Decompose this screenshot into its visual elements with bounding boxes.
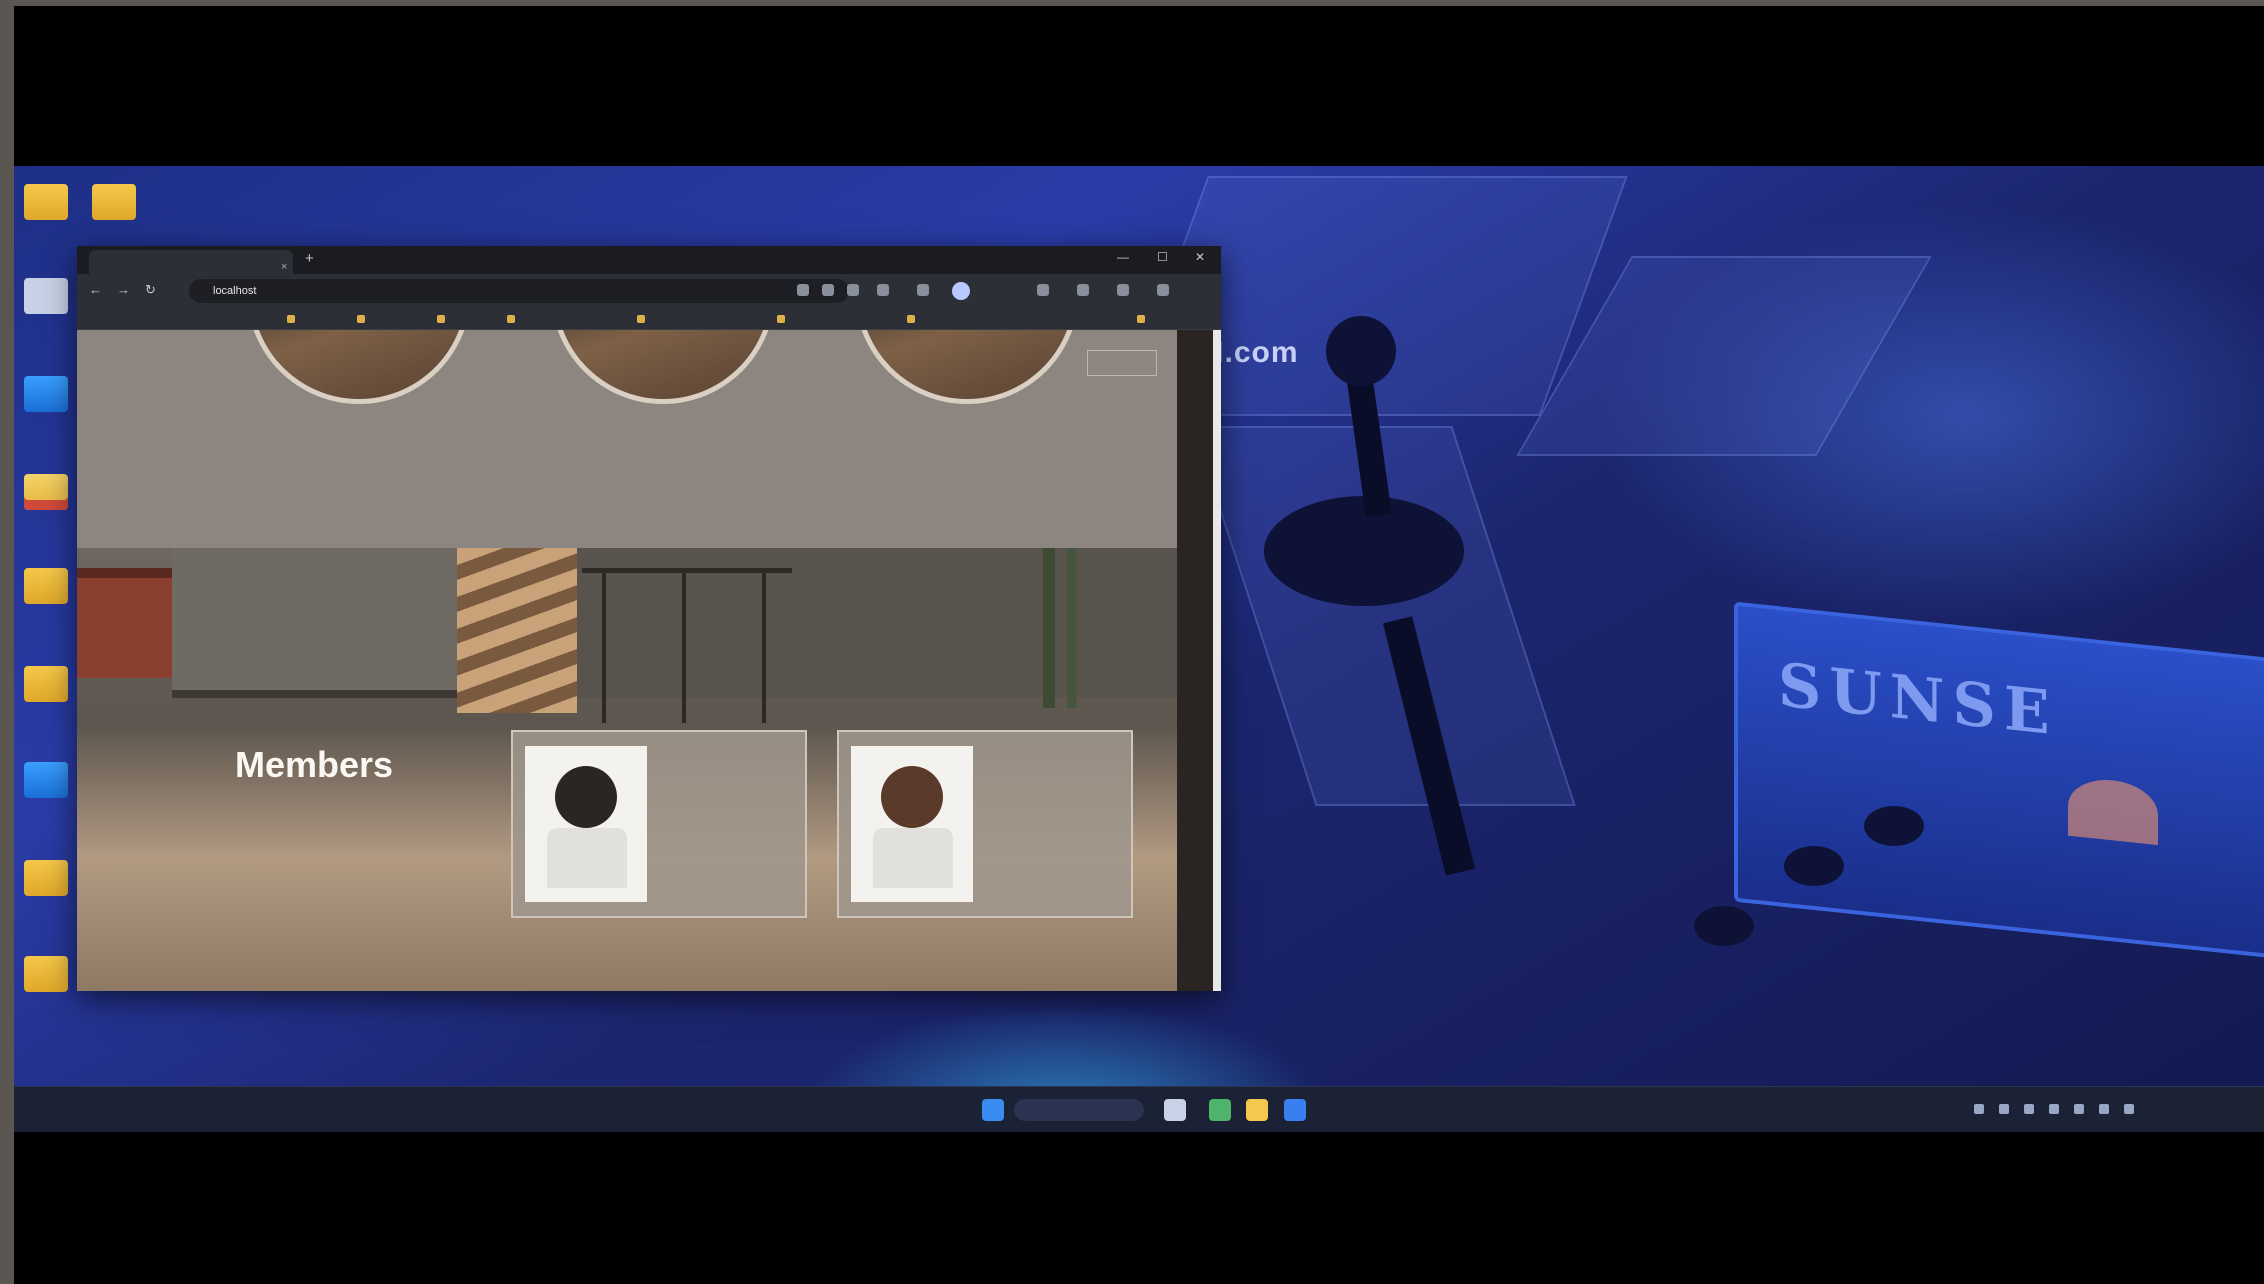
file-explorer-icon[interactable] (1246, 1099, 1268, 1121)
member-card[interactable] (837, 730, 1133, 918)
browser-toolbar: ← → ↻ localhost (77, 274, 1221, 308)
minimize-button[interactable]: — (1117, 250, 1129, 264)
feature-image (551, 330, 775, 404)
arcade-button (1694, 906, 1754, 946)
desktop-icon[interactable] (20, 474, 72, 544)
joystick-base (1264, 496, 1464, 606)
extension-icon[interactable] (917, 284, 929, 296)
desktop-icon[interactable] (20, 278, 72, 348)
start-icon[interactable] (982, 1099, 1004, 1121)
recording-frame: www.BANDICAM.com SUNSE × + — ☐ ✕ ← → (14, 6, 2264, 1284)
header-button[interactable] (1087, 350, 1157, 376)
browser-window: × + — ☐ ✕ ← → ↻ localhost Members (77, 246, 1221, 991)
folder-icon (24, 184, 68, 220)
app-icon (24, 762, 68, 798)
taskbar (14, 1086, 2264, 1132)
members-title: Members (235, 744, 394, 785)
bookmark-item[interactable] (907, 312, 919, 326)
tray-icon[interactable] (2049, 1104, 2059, 1114)
desktop-icon[interactable] (20, 568, 72, 638)
menu-icon[interactable] (1157, 284, 1169, 296)
arcade-button (1784, 846, 1844, 886)
desktop-icon[interactable] (20, 762, 72, 832)
tray-chevron-icon[interactable] (1974, 1104, 1984, 1114)
member-photo (851, 746, 973, 902)
folder-icon (24, 666, 68, 702)
bookmark-item[interactable] (777, 312, 789, 326)
chrome-icon[interactable] (1209, 1099, 1231, 1121)
desktop-icon[interactable] (20, 376, 72, 446)
wifi-icon[interactable] (2074, 1104, 2084, 1114)
bookmark-item[interactable] (637, 312, 649, 326)
room-plant (1027, 548, 1107, 708)
room-chair (457, 548, 577, 713)
folder-icon (24, 956, 68, 992)
joystick-knob (1326, 316, 1396, 386)
tray-icon[interactable] (2024, 1104, 2034, 1114)
bookmarks-bar (77, 308, 1221, 330)
feature-image (247, 330, 471, 404)
tab-strip: × + — ☐ ✕ (77, 246, 1221, 274)
taskbar-search[interactable] (1014, 1099, 1144, 1121)
recycle-bin-icon (24, 278, 68, 314)
browser-tab[interactable]: × (89, 250, 293, 274)
extension-icon[interactable] (1117, 284, 1129, 296)
bookmark-item[interactable] (287, 312, 299, 326)
volume-icon[interactable] (2099, 1104, 2109, 1114)
room-shelf (77, 568, 172, 678)
folder-icon (24, 568, 68, 604)
extension-icon[interactable] (877, 284, 889, 296)
extension-icon[interactable] (1077, 284, 1089, 296)
close-window-button[interactable]: ✕ (1195, 250, 1205, 264)
page-scrollbar[interactable] (1213, 330, 1221, 991)
bookmark-item[interactable] (437, 312, 449, 326)
monitor-icon (24, 376, 68, 412)
desktop-icon[interactable] (20, 860, 72, 930)
folder-icon (92, 184, 136, 220)
sun-graphic (2068, 775, 2158, 846)
profile-avatar-icon[interactable] (952, 282, 970, 300)
task-view-icon[interactable] (1164, 1099, 1186, 1121)
extension-icon[interactable] (1037, 284, 1049, 296)
extension-icon[interactable] (797, 284, 809, 296)
member-photo (525, 746, 647, 902)
battery-icon[interactable] (2124, 1104, 2134, 1114)
bookmark-item[interactable] (507, 312, 519, 326)
folder-icon (24, 860, 68, 896)
bookmark-item[interactable] (1137, 312, 1149, 326)
new-tab-button[interactable]: + (305, 250, 314, 267)
feature-image (855, 330, 1079, 404)
bookmark-item[interactable] (357, 312, 369, 326)
room-table (582, 568, 792, 723)
extension-icon[interactable] (847, 284, 859, 296)
features-section (77, 330, 1221, 548)
member-avatar (555, 766, 617, 828)
member-avatar (881, 766, 943, 828)
extension-icon[interactable] (822, 284, 834, 296)
desktop-icon[interactable] (20, 666, 72, 736)
member-card[interactable] (511, 730, 807, 918)
arcade-button (1864, 806, 1924, 846)
desktop-icon[interactable] (20, 956, 72, 1026)
sunset-sign: SUNSE (1734, 601, 2264, 961)
web-page: Members (77, 330, 1221, 991)
address-bar[interactable]: localhost (189, 279, 849, 303)
folder-icon (24, 474, 68, 510)
sunset-sign-text: SUNSE (1778, 650, 2058, 750)
app-icon[interactable] (1284, 1099, 1306, 1121)
reload-button[interactable]: ↻ (145, 282, 156, 298)
maximize-button[interactable]: ☐ (1157, 250, 1168, 264)
forward-button[interactable]: → (117, 282, 130, 297)
desktop-icon[interactable] (20, 184, 72, 254)
tray-icon[interactable] (1999, 1104, 2009, 1114)
desktop-icon[interactable] (88, 184, 140, 254)
back-button[interactable]: ← (89, 282, 102, 297)
